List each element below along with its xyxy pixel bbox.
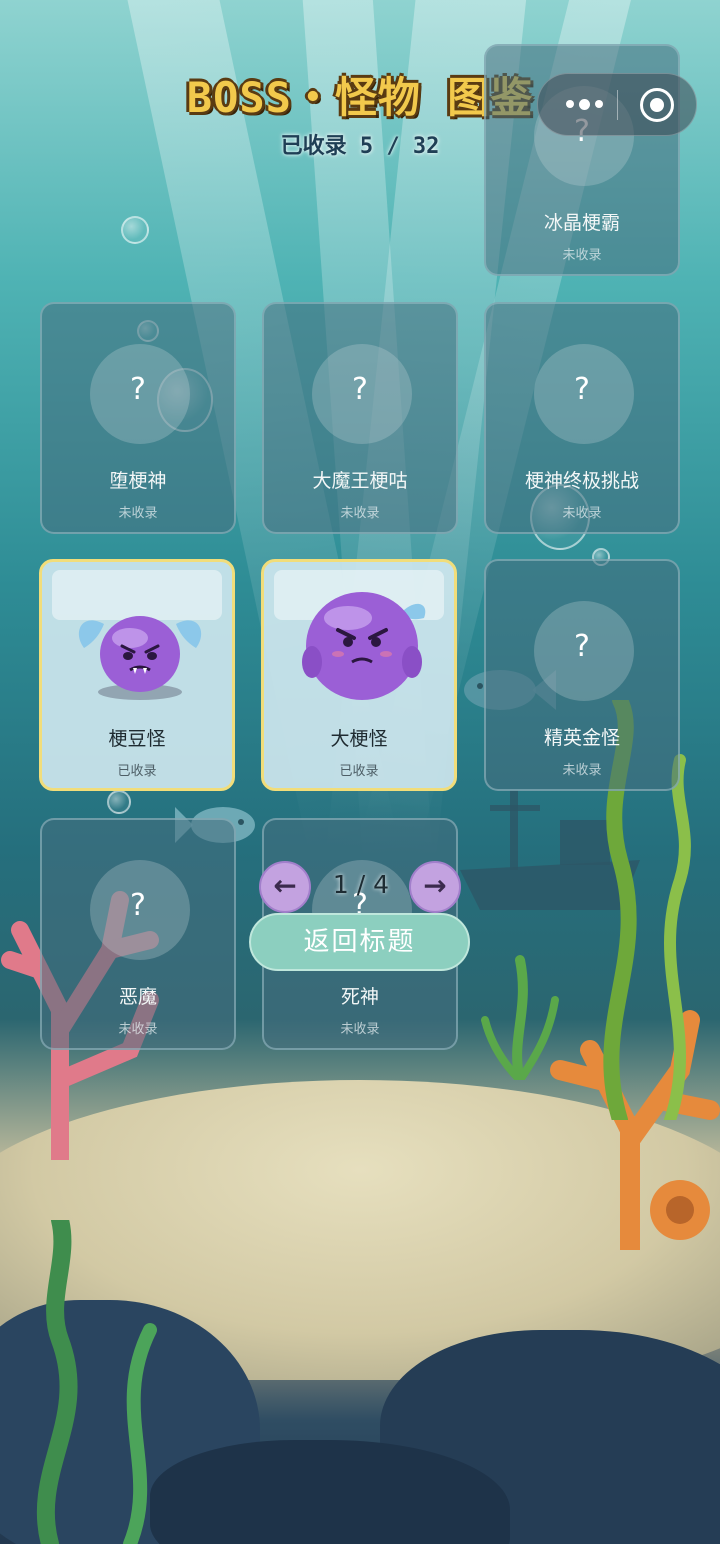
seaweed — [36, 1220, 157, 1544]
bubble — [121, 216, 149, 244]
question-mark-icon: ? — [130, 888, 146, 923]
monster-name: 恶魔 — [118, 986, 157, 1008]
monster-name: 大魔王梗咕 — [312, 470, 408, 492]
collection-status: 未收录 — [562, 506, 602, 521]
purple-blob-monster-icon — [302, 592, 426, 700]
collection-status: 未收录 — [118, 506, 158, 521]
question-mark-icon: ? — [574, 372, 590, 407]
back-to-title-button[interactable]: 返回标题 — [249, 913, 470, 971]
monster-name: 死神 — [340, 986, 379, 1008]
monster-name: 梗神终极挑战 — [524, 470, 639, 492]
monster-card[interactable]: ? 大魔王梗咕 未收录 — [262, 302, 458, 534]
collection-status: 未收录 — [340, 1022, 380, 1037]
bubble — [107, 790, 131, 814]
next-page-button[interactable]: → — [409, 861, 461, 913]
monster-card[interactable]: ? 恶魔 未收录 — [40, 818, 236, 1050]
capsule-divider — [617, 90, 618, 120]
monster-card[interactable]: ? 梗神终极挑战 未收录 — [484, 302, 680, 534]
more-dots-icon[interactable] — [554, 86, 614, 122]
monster-card[interactable]: ? 堕梗神 未收录 — [40, 302, 236, 534]
question-mark-icon: ? — [574, 629, 590, 664]
prev-page-button[interactable]: ← — [259, 861, 311, 913]
collection-status: 已收录 — [117, 764, 157, 779]
collection-status: 未收录 — [562, 763, 602, 778]
monster-card[interactable]: ? 精英金怪 未收录 — [484, 559, 680, 791]
collection-status: 未收录 — [340, 506, 380, 521]
question-mark-icon: ? — [352, 372, 368, 407]
monster-name: 堕梗神 — [109, 470, 167, 492]
purple-slime-monster-icon — [78, 616, 202, 700]
monster-card-collected[interactable]: 梗豆怪 已收录 — [39, 559, 235, 791]
mini-program-capsule — [537, 73, 697, 136]
question-mark-icon: ? — [130, 372, 146, 407]
collection-status: 已收录 — [339, 764, 379, 779]
collection-status: 未收录 — [118, 1022, 158, 1037]
seaweed — [481, 955, 559, 1080]
collection-status: 未收录 — [562, 248, 602, 263]
monster-name: 梗豆怪 — [108, 728, 166, 750]
monster-name: 大梗怪 — [330, 728, 388, 750]
monster-card-collected[interactable]: 大梗怪 已收录 — [261, 559, 457, 791]
target-circle-icon[interactable] — [640, 88, 674, 122]
page-indicator: 1 / 4 — [332, 870, 390, 899]
monster-name: 冰晶梗霸 — [543, 212, 620, 234]
monster-name: 精英金怪 — [543, 727, 620, 749]
